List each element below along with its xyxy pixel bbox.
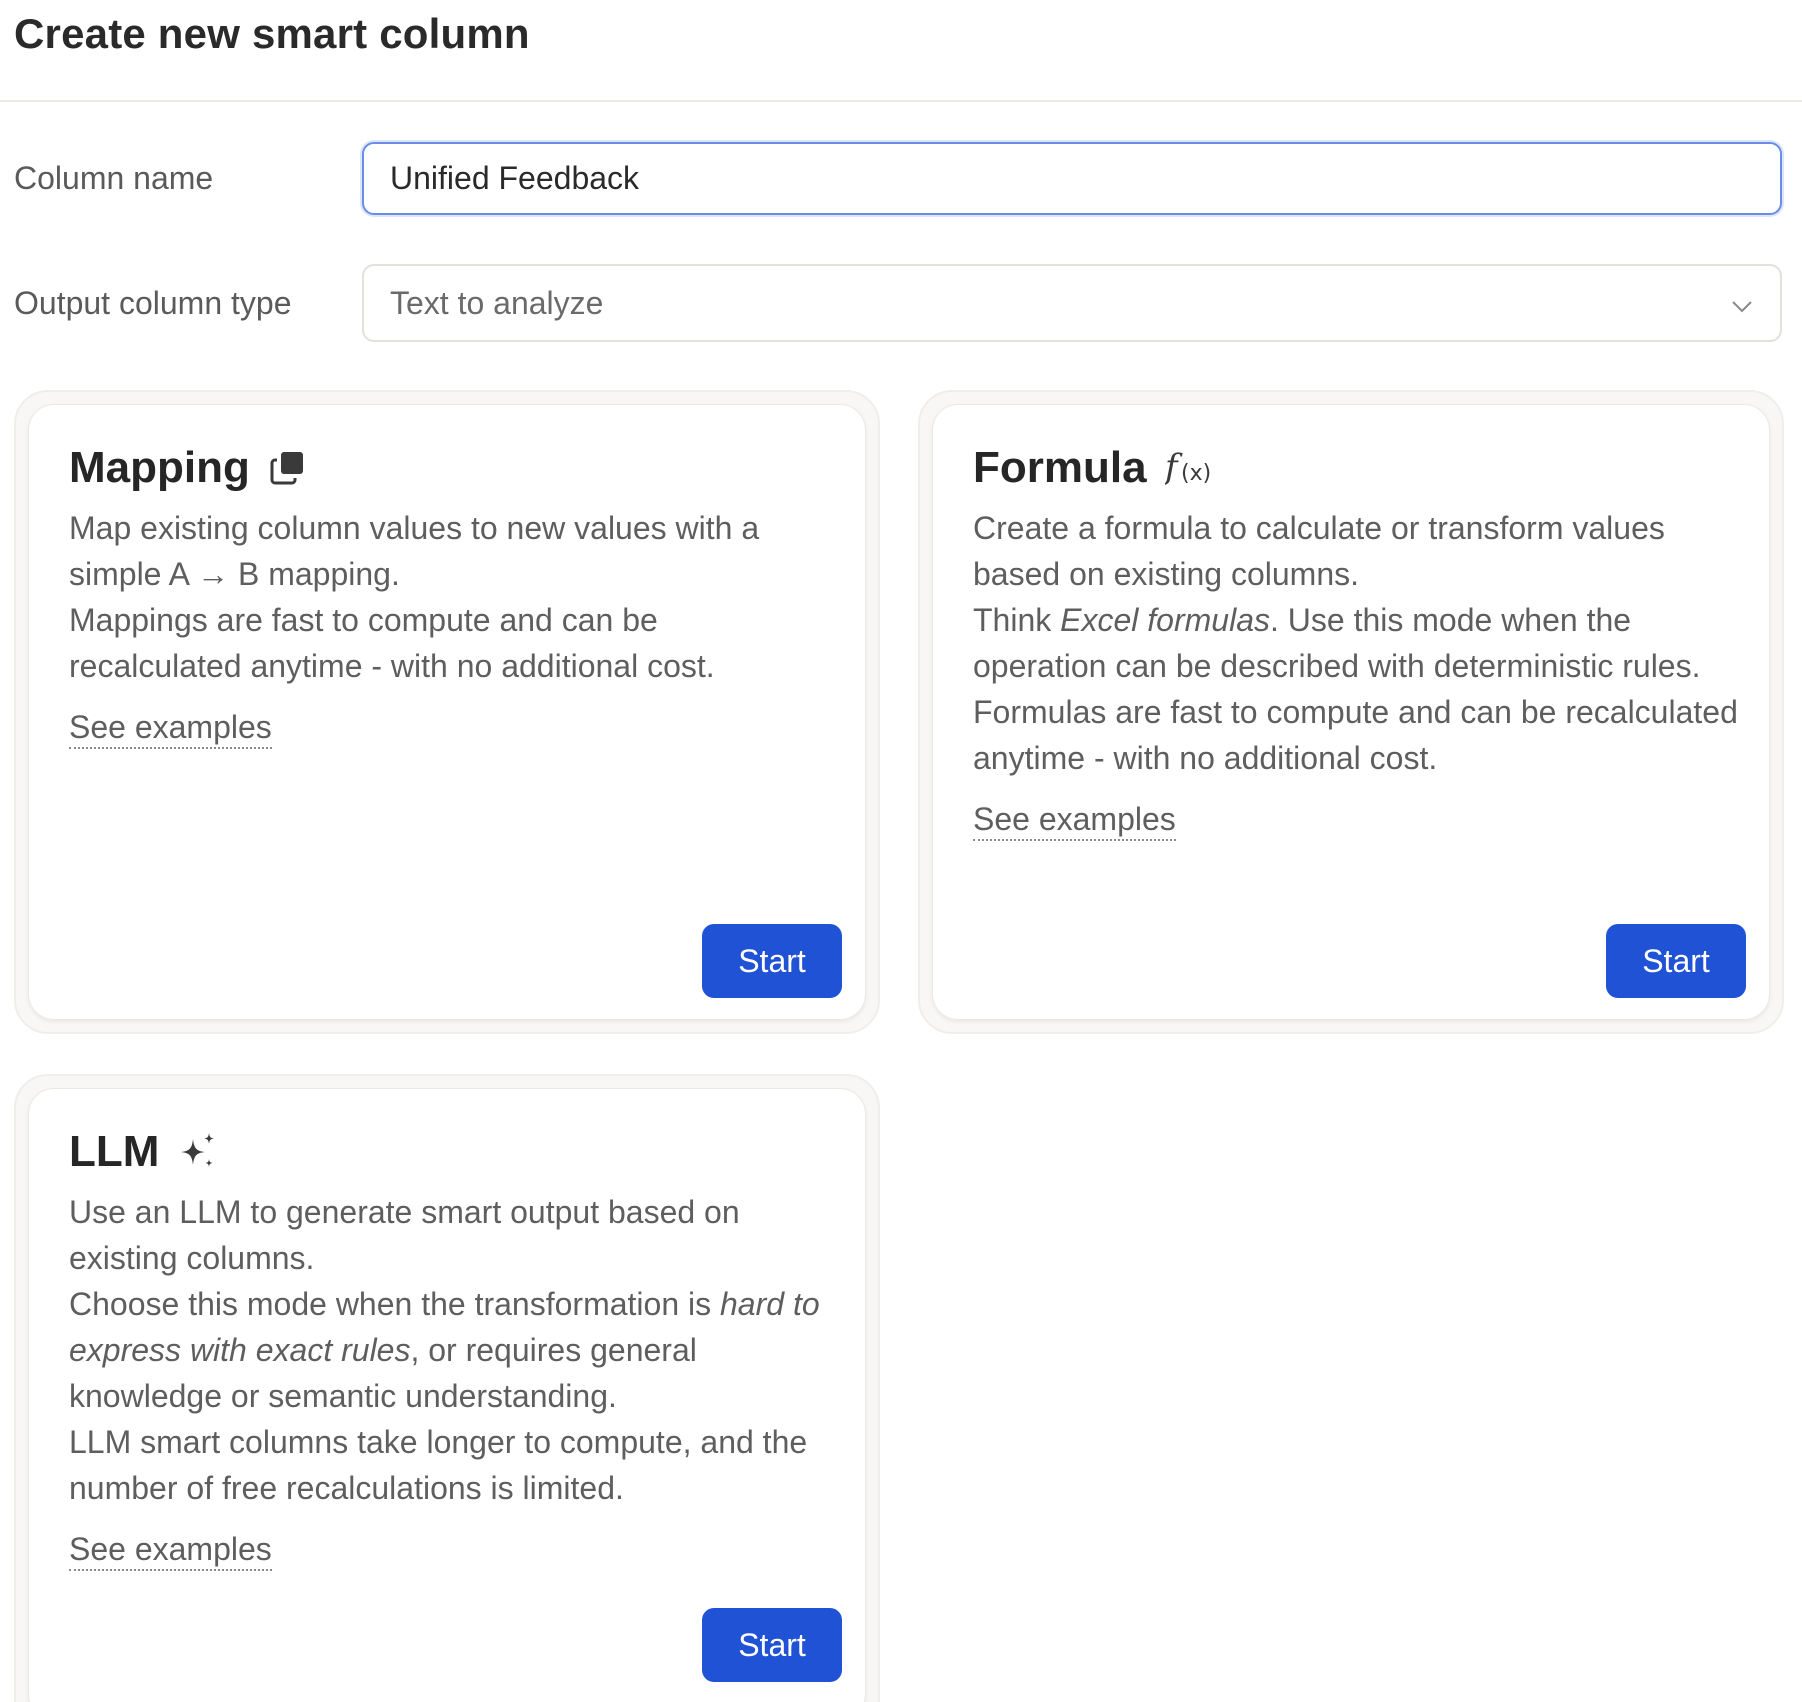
llm-text-2-pre: Choose this mode when the transformation… <box>69 1286 720 1322</box>
llm-card-container: LLM Use an LLM to generate smart output … <box>14 1074 880 1702</box>
llm-start-button[interactable]: Start <box>702 1608 842 1682</box>
formula-see-examples-link[interactable]: See examples <box>973 799 1176 841</box>
formula-card-header: Formula f (x) <box>973 443 1217 493</box>
chevron-down-icon <box>1732 301 1752 313</box>
column-name-input[interactable] <box>362 142 1782 215</box>
llm-description: Use an LLM to generate smart output base… <box>69 1189 835 1572</box>
sparkles-icon <box>181 1133 215 1167</box>
page-title: Create new smart column <box>14 10 530 57</box>
output-type-select[interactable]: Text to analyze <box>362 264 1782 342</box>
mapping-text-1: Map existing column values to new values… <box>69 510 760 592</box>
formula-start-button[interactable]: Start <box>1606 924 1746 998</box>
formula-card: Formula f (x) Create a formula to calcul… <box>932 404 1770 1020</box>
function-icon: f (x) <box>1165 447 1211 487</box>
mapping-card-container: Mapping Map existing column values to ne… <box>14 390 880 1034</box>
column-name-label: Column name <box>14 160 214 196</box>
llm-card-header: LLM <box>69 1127 219 1177</box>
smart-column-dialog: Create new smart column Column name Outp… <box>0 0 1802 1702</box>
copy-icon <box>270 452 303 485</box>
formula-description: Create a formula to calculate or transfo… <box>973 505 1739 842</box>
mapping-see-examples-link[interactable]: See examples <box>69 707 272 749</box>
formula-text-2-em: Excel formulas <box>1060 602 1270 638</box>
mapping-card: Mapping Map existing column values to ne… <box>28 404 866 1020</box>
formula-title: Formula <box>973 443 1147 492</box>
formula-text-3: Formulas are fast to compute and can be … <box>973 694 1738 776</box>
svg-text:(x): (x) <box>1181 461 1211 486</box>
llm-title: LLM <box>69 1127 160 1176</box>
mapping-text-2: Mappings are fast to compute and can be … <box>69 602 715 684</box>
formula-card-container: Formula f (x) Create a formula to calcul… <box>918 390 1784 1034</box>
output-type-value: Text to analyze <box>390 285 604 321</box>
llm-text-1: Use an LLM to generate smart output base… <box>69 1194 740 1276</box>
llm-text-3: LLM smart columns take longer to compute… <box>69 1424 808 1506</box>
llm-card: LLM Use an LLM to generate smart output … <box>28 1088 866 1702</box>
mapping-title: Mapping <box>69 443 250 492</box>
output-type-label: Output column type <box>14 285 292 321</box>
formula-text-1: Create a formula to calculate or transfo… <box>973 510 1665 592</box>
mapping-start-button[interactable]: Start <box>702 924 842 998</box>
formula-text-2: Think Excel formulas. Use this mode when… <box>973 597 1739 689</box>
llm-see-examples-link[interactable]: See examples <box>69 1529 272 1571</box>
llm-text-2: Choose this mode when the transformation… <box>69 1281 835 1419</box>
mapping-description: Map existing column values to new values… <box>69 505 835 750</box>
formula-text-2-pre: Think <box>973 602 1061 638</box>
mapping-card-header: Mapping <box>69 443 308 493</box>
dialog-header: Create new smart column <box>0 0 1802 102</box>
